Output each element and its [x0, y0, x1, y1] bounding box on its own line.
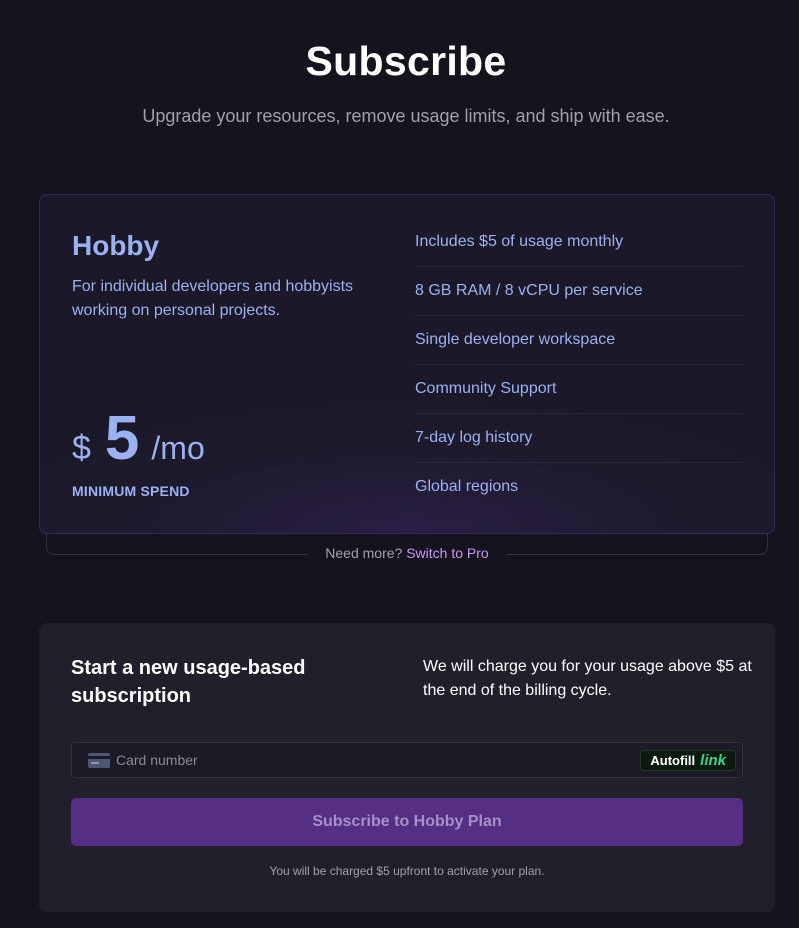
- autofill-link-button[interactable]: Autofill link: [640, 750, 736, 771]
- billing-note: We will charge you for your usage above …: [423, 658, 752, 699]
- price-currency: $: [72, 429, 91, 467]
- price-amount: 5: [104, 404, 140, 473]
- plan-card: Hobby For individual developers and hobb…: [39, 194, 775, 534]
- autofill-label: Autofill: [650, 753, 696, 768]
- subscribe-page: Subscribe Upgrade your resources, remove…: [0, 0, 799, 928]
- charge-footnote: You will be charged $5 upfront to activa…: [269, 864, 545, 878]
- feature-item: Includes $5 of usage monthly: [415, 218, 743, 267]
- feature-item: Global regions: [415, 478, 519, 495]
- page-subtitle: Upgrade your resources, remove usage lim…: [142, 106, 670, 126]
- card-number-placeholder: Card number: [116, 752, 198, 768]
- subscription-card: Start a new usage-based subscription We …: [39, 623, 775, 912]
- subscribe-button[interactable]: Subscribe to Hobby Plan: [71, 798, 743, 846]
- feature-item: 7-day log history: [415, 414, 743, 463]
- plan-price: $ 5 /mo: [72, 403, 205, 473]
- feature-item: Community Support: [415, 365, 743, 414]
- credit-card-icon: [88, 753, 110, 768]
- feature-item: Single developer workspace: [415, 316, 743, 365]
- price-note: MINIMUM SPEND: [72, 483, 190, 499]
- feature-item: 8 GB RAM / 8 vCPU per service: [415, 267, 743, 316]
- price-period: /mo: [151, 430, 205, 466]
- switch-to-pro-link[interactable]: Switch to Pro: [406, 545, 488, 561]
- page-title: Subscribe: [305, 38, 507, 84]
- subscription-heading: Start a new usage-based subscription: [71, 657, 306, 707]
- card-number-input[interactable]: Card number Autofill link: [71, 742, 743, 778]
- upsell-text: Need more? Switch to Pro: [308, 542, 506, 564]
- upsell-prefix: Need more?: [325, 545, 403, 561]
- plan-name: Hobby: [72, 230, 160, 261]
- plan-description: For individual developers and hobbyists …: [72, 278, 354, 319]
- feature-list: Includes $5 of usage monthly 8 GB RAM / …: [415, 218, 743, 512]
- link-logo: link: [700, 752, 726, 769]
